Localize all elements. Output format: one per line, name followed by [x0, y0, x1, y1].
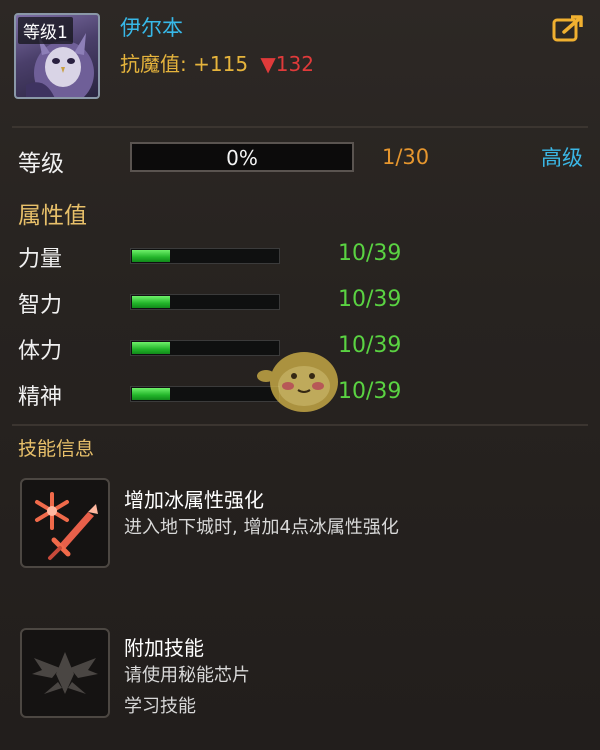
attribute-bar-fill	[132, 296, 170, 308]
pet-portrait[interactable]: 等级1	[14, 13, 100, 99]
skill-description-line: 请使用秘能芯片	[124, 665, 250, 686]
mascot-watermark-icon	[257, 352, 338, 412]
pet-name: 伊尔本	[120, 16, 183, 40]
divider	[12, 424, 588, 426]
level-count: 1/30	[382, 145, 430, 169]
attribute-name: 精神	[18, 385, 63, 410]
level-progress-bar: 0%	[130, 142, 354, 172]
skills-title: 技能信息	[18, 438, 95, 460]
skill-slot-additional[interactable]	[20, 628, 110, 718]
attribute-name: 智力	[18, 293, 63, 318]
pet-info-panel: 等级1 伊尔本 抗魔值: +115 ▼132 等级 0% 1/30 高级 属性值…	[0, 0, 600, 750]
skill-description: 进入地下城时, 增加4点冰属性强化	[124, 517, 399, 538]
attribute-bar	[130, 294, 280, 310]
attributes-title: 属性值	[18, 203, 87, 229]
ice-sword-icon	[35, 492, 98, 560]
skill-description: 请使用秘能芯片 学习技能	[124, 660, 250, 722]
share-icon[interactable]	[552, 14, 584, 42]
attribute-bar-fill	[132, 250, 170, 262]
skill-name: 增加冰属性强化	[124, 488, 264, 512]
skill-slot-ice[interactable]	[20, 478, 110, 568]
level-progress-text: 0%	[226, 146, 258, 170]
attribute-name: 体力	[18, 339, 63, 364]
resist-delta: ▼132	[260, 52, 314, 76]
attribute-name: 力量	[18, 247, 63, 272]
attribute-row-intelligence: 智力 10/39	[0, 284, 600, 318]
skill-description-line: 学习技能	[124, 696, 196, 717]
attribute-value: 10/39	[338, 241, 402, 266]
attribute-bar-fill	[132, 342, 170, 354]
divider	[12, 126, 588, 128]
attribute-row-strength: 力量 10/39	[0, 238, 600, 272]
pet-level-tag: 等级1	[18, 17, 73, 44]
level-label: 等级	[18, 151, 64, 177]
skill-name: 附加技能	[124, 636, 204, 660]
attribute-bar	[130, 248, 280, 264]
resist-stat: 抗魔值: +115 ▼132	[120, 48, 314, 77]
resist-value: +115	[193, 52, 249, 76]
attribute-bar-fill	[132, 388, 170, 400]
wing-emblem-icon	[32, 652, 98, 694]
resist-label: 抗魔值:	[120, 52, 187, 76]
attribute-value: 10/39	[338, 287, 402, 312]
advanced-button[interactable]: 高级	[541, 142, 583, 172]
